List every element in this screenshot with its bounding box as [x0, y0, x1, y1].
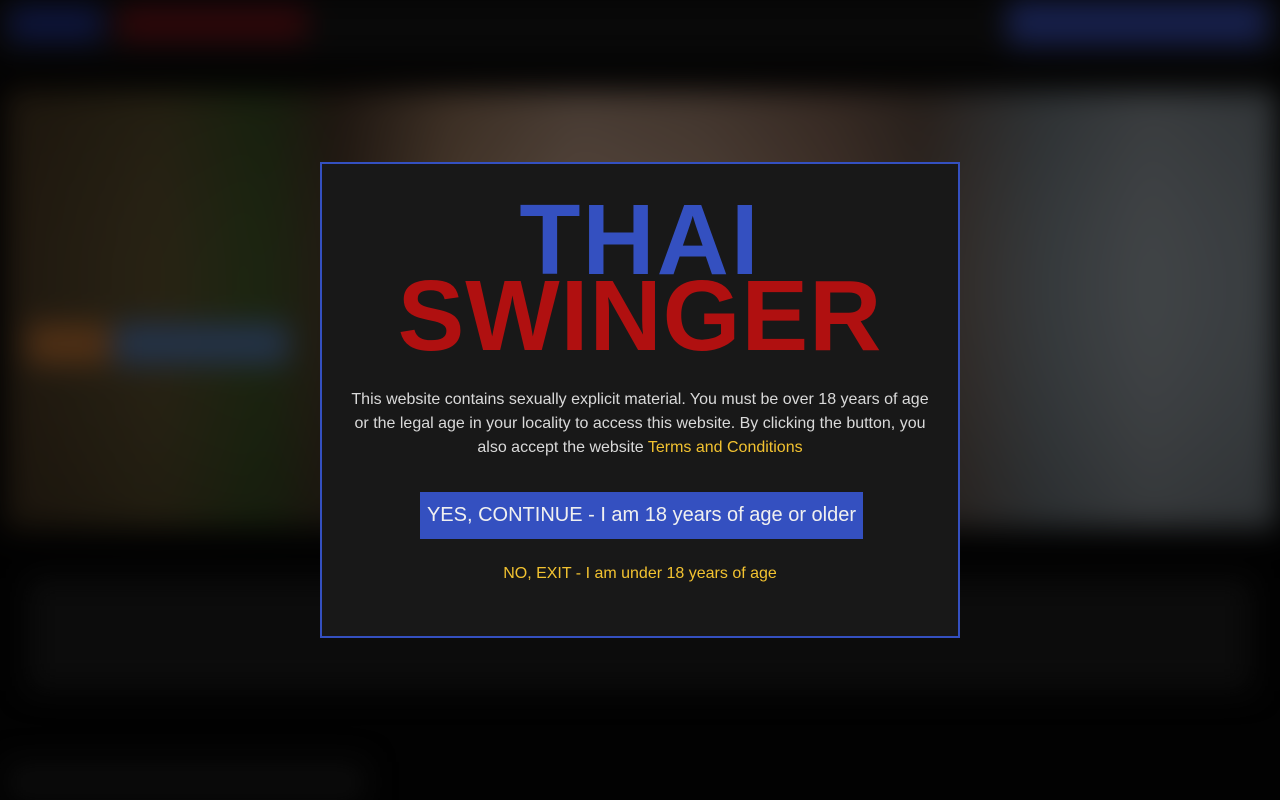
exit-under-18-link[interactable]: NO, EXIT - I am under 18 years of age [322, 564, 958, 584]
logo-line-swinger: SWINGER [397, 260, 883, 372]
age-verification-modal: THAI SWINGER This website contains sexua… [320, 162, 960, 638]
page: THAI SWINGER This website contains sexua… [0, 0, 1280, 800]
age-warning-text: This website contains sexually explicit … [348, 388, 932, 460]
site-logo: THAI SWINGER [322, 190, 958, 372]
age-warning-body: This website contains sexually explicit … [351, 391, 929, 456]
continue-over-18-button[interactable]: YES, CONTINUE - I am 18 years of age or … [420, 492, 863, 539]
terms-and-conditions-link[interactable]: Terms and Conditions [648, 439, 803, 456]
